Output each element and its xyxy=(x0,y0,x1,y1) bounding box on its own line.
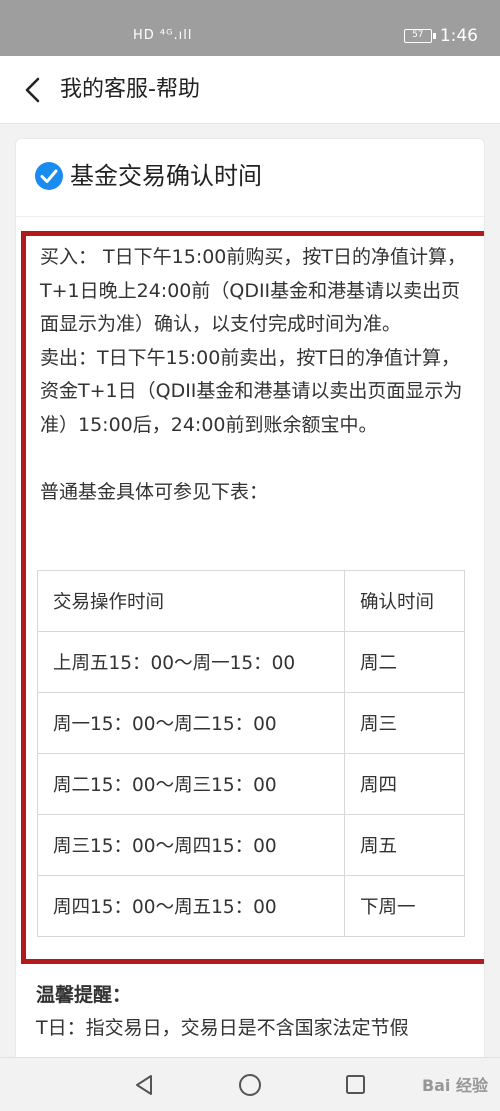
confirmation-time-table: 交易操作时间 确认时间 上周五15：00～周一15：00 周二 周一15：00～… xyxy=(37,570,465,937)
baidu-watermark: Bai 经验 xyxy=(421,1076,488,1095)
table-row: 周四15：00～周五15：00 下周一 xyxy=(37,875,465,937)
triangle-back-icon[interactable] xyxy=(133,1074,155,1096)
table-header-cell: 确认时间 xyxy=(344,570,465,632)
table-row: 周一15：00～周二15：00 周三 xyxy=(37,692,465,754)
tips-section: 温馨提醒： T日：指交易日，交易日是不含国家法定节假 xyxy=(36,979,476,1045)
system-nav-bar: Bai 经验 xyxy=(0,1057,500,1111)
back-arrow-icon[interactable] xyxy=(18,74,50,106)
status-right: 57 1:46 xyxy=(403,26,478,46)
table-cell: 周二 xyxy=(344,631,465,693)
table-cell: 下周一 xyxy=(344,875,465,937)
battery-icon: 57 xyxy=(403,29,436,43)
table-cell: 周一15：00～周二15：00 xyxy=(37,692,345,754)
status-bar: HD ⁴ᴳ.ıll 57 1:46 xyxy=(0,0,500,56)
table-cell: 周二15：00～周三15：00 xyxy=(37,753,345,815)
article-body: 买入： T日下午15:00前购买，按T日的净值计算， T+1日晚上24:00前（… xyxy=(40,241,470,510)
table-row: 周三15：00～周四15：00 周五 xyxy=(37,814,465,876)
table-cell: 周三 xyxy=(344,692,465,754)
table-header-row: 交易操作时间 确认时间 xyxy=(37,570,465,632)
table-row: 上周五15：00～周一15：00 周二 xyxy=(37,631,465,693)
status-time: 1:46 xyxy=(439,26,478,46)
nav-bar: 我的客服-帮助 xyxy=(0,56,500,124)
table-cell: 上周五15：00～周一15：00 xyxy=(37,631,345,693)
table-intro: 普通基金具体可参见下表： xyxy=(40,481,269,503)
help-article-card: 基金交易确认时间 买入： T日下午15:00前购买，按T日的净值计算， T+1日… xyxy=(15,138,485,1068)
check-circle-icon xyxy=(35,162,63,190)
table-cell: 周四 xyxy=(344,753,465,815)
circle-home-icon[interactable] xyxy=(238,1073,262,1097)
table-cell: 周四15：00～周五15：00 xyxy=(37,875,345,937)
square-recent-apps-icon[interactable] xyxy=(345,1074,366,1095)
buy-paragraph: 买入： T日下午15:00前购买，按T日的净值计算， T+1日晚上24:00前（… xyxy=(40,246,467,335)
table-header-cell: 交易操作时间 xyxy=(37,570,345,632)
table-cell: 周三15：00～周四15：00 xyxy=(37,814,345,876)
sell-paragraph: 卖出：T日下午15:00前卖出，按T日的净值计算，资金T+1日（QDII基金和港… xyxy=(40,346,463,436)
table-cell: 周五 xyxy=(344,814,465,876)
table-row: 周二15：00～周三15：00 周四 xyxy=(37,753,465,815)
tips-text: T日：指交易日，交易日是不含国家法定节假 xyxy=(36,1017,409,1039)
page-title: 我的客服-帮助 xyxy=(60,77,200,102)
article-title: 基金交易确认时间 xyxy=(70,162,262,190)
highlight-box: 买入： T日下午15:00前购买，按T日的净值计算， T+1日晚上24:00前（… xyxy=(21,231,484,964)
tips-title: 温馨提醒： xyxy=(36,984,132,1006)
signal-wifi-icons: HD ⁴ᴳ.ıll xyxy=(133,28,193,43)
card-header: 基金交易确认时间 xyxy=(16,139,484,217)
